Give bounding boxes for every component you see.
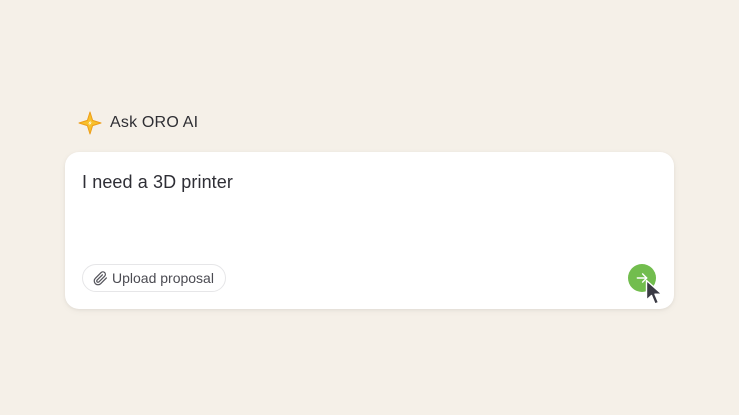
upload-proposal-label: Upload proposal (112, 270, 214, 286)
prompt-input[interactable]: I need a 3D printer (82, 172, 233, 193)
assistant-header: Ask ORO AI (78, 110, 198, 136)
sparkle-star-icon (78, 111, 102, 135)
mouse-pointer-icon (645, 279, 667, 307)
upload-proposal-button[interactable]: Upload proposal (82, 264, 226, 292)
assistant-title: Ask ORO AI (110, 114, 199, 131)
prompt-card[interactable]: I need a 3D printer Upload proposal (65, 152, 674, 309)
paperclip-icon (93, 270, 108, 286)
